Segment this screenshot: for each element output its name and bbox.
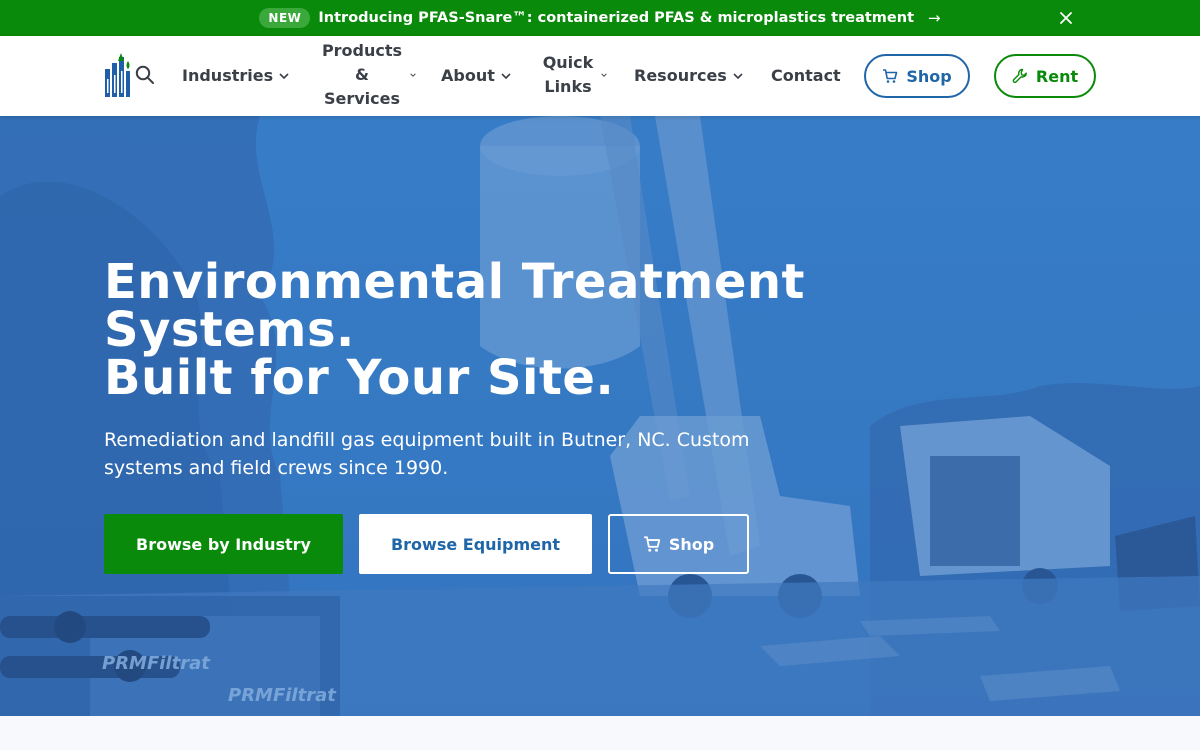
announcement-link[interactable]: NEW Introducing PFAS-Snare™: containeriz… [259, 8, 941, 28]
chevron-down-icon [601, 73, 607, 77]
search-icon[interactable] [135, 65, 155, 85]
browse-by-industry-label: Browse by Industry [136, 534, 311, 554]
hero-title: Environmental Treatment Systems. Built f… [104, 258, 864, 402]
browse-by-industry-button[interactable]: Browse by Industry [104, 514, 343, 574]
header-rent-button[interactable]: Rent [994, 54, 1096, 98]
chevron-down-icon [501, 73, 511, 80]
new-badge: NEW [259, 8, 311, 28]
company-logo[interactable] [103, 53, 131, 99]
site-header: Industries Products & Services About Qui… [0, 36, 1200, 116]
cart-icon [643, 536, 661, 552]
close-icon[interactable] [1056, 8, 1076, 28]
nav-products-line: Products [321, 41, 403, 60]
next-section [0, 716, 1200, 750]
nav-industries-label: Industries [182, 66, 274, 85]
nav-quick-line: Quick [542, 53, 594, 72]
nav-industries[interactable]: Industries [182, 64, 289, 88]
nav-resources-label: Resources [634, 66, 727, 85]
header-rent-label: Rent [1035, 66, 1079, 86]
nav-services-line: Services [323, 89, 401, 108]
hero-title-line-3: Built for Your Site. [104, 350, 615, 406]
browse-equipment-label: Browse Equipment [390, 534, 561, 554]
nav-about-label: About [441, 66, 495, 85]
nav-contact[interactable]: Contact [771, 64, 841, 88]
cart-icon [883, 69, 898, 83]
nav-quick-links-label: Quick Links [541, 51, 595, 99]
header-shop-button[interactable]: Shop [864, 54, 970, 98]
hero-subtitle: Remediation and landfill gas equipment b… [104, 429, 750, 479]
nav-quick-links[interactable]: Quick Links [541, 51, 607, 99]
hero-title-line-2: Systems. [104, 302, 355, 358]
hero-title-line-1: Environmental Treatment [104, 254, 805, 310]
nav-about[interactable]: About [441, 64, 511, 88]
nav-amp-line: & [355, 65, 369, 84]
nav-products-services-label: Products & Services [320, 39, 404, 111]
announcement-message[interactable]: Introducing PFAS-Snare™: containerized P… [318, 10, 914, 26]
announcement-bar: NEW Introducing PFAS-Snare™: containeriz… [0, 0, 1200, 36]
hero-shop-label: Shop [668, 534, 715, 554]
header-shop-label: Shop [906, 66, 952, 86]
chevron-down-icon [733, 73, 743, 80]
browse-equipment-button[interactable]: Browse Equipment [359, 514, 592, 574]
hero-section: PRMFiltrat PRMFiltrat Environmental Trea… [0, 116, 1200, 716]
chevron-down-icon [279, 73, 289, 80]
chevron-down-icon [410, 73, 416, 77]
hero-background-image: PRMFiltrat PRMFiltrat [0, 116, 1200, 716]
nav-links-line: Links [544, 77, 592, 96]
nav-products-services[interactable]: Products & Services [320, 39, 416, 111]
nav-contact-label: Contact [771, 66, 841, 85]
hero-shop-button[interactable]: Shop [608, 514, 749, 574]
arrow-right-icon: → [928, 9, 941, 27]
wrench-icon [1012, 68, 1027, 84]
nav-resources[interactable]: Resources [634, 64, 743, 88]
